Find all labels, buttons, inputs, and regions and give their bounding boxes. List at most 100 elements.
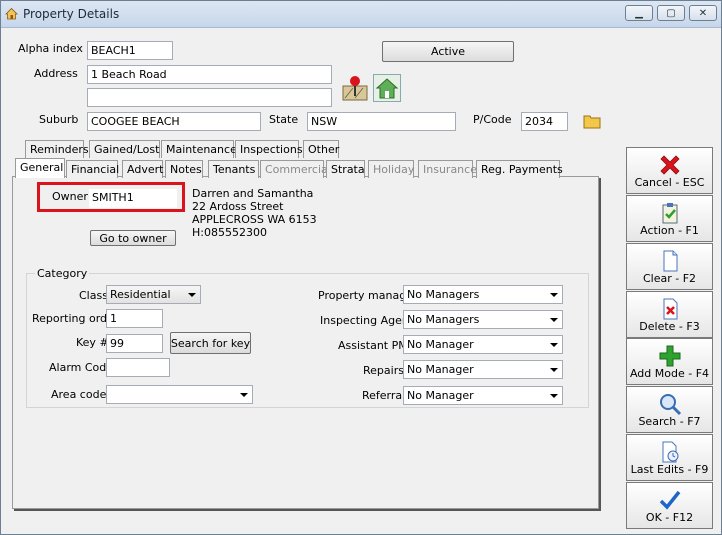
suburb-label: Suburb [39, 113, 79, 126]
action-button[interactable]: Action - F1 [626, 195, 713, 242]
house-green-icon [375, 78, 399, 99]
reporting-order-field[interactable]: 1 [106, 309, 163, 328]
tab-holiday[interactable]: Holiday [368, 160, 414, 178]
tab-other[interactable]: Other [303, 140, 339, 158]
cancel-button-label: Cancel - ESC [634, 176, 705, 189]
alpha-index-field[interactable]: BEACH1 [87, 41, 173, 60]
repairs-select-value: No Manager [407, 363, 474, 376]
restore-icon: ▢ [666, 7, 676, 19]
property-details-window: Property Details ▁ ▢ ✕ Alpha index BEACH… [0, 0, 722, 535]
inspecting-agent-select[interactable]: No Managers [403, 310, 563, 329]
search-button[interactable]: Search - F7 [626, 386, 713, 433]
suburb-field[interactable]: COOGEE BEACH [87, 112, 261, 131]
alarm-code-label: Alarm Code [49, 361, 114, 374]
tab-insurance[interactable]: Insurance [418, 160, 477, 178]
search-button-label: Search - F7 [638, 415, 701, 428]
class-select-value: Residential [110, 288, 171, 301]
repairs-label: Repairs [363, 364, 404, 377]
action-button-label: Action - F1 [640, 224, 699, 237]
inspecting-agent-label: Inspecting Agent [320, 314, 414, 327]
chevron-down-icon [550, 368, 558, 372]
map-pin-icon [342, 76, 368, 101]
alarm-code-field[interactable] [106, 358, 170, 377]
repairs-select[interactable]: No Manager [403, 360, 563, 379]
tab-strata[interactable]: Strata [326, 160, 365, 178]
house-view-button[interactable] [373, 74, 401, 102]
chevron-down-icon [550, 318, 558, 322]
clear-button[interactable]: Clear - F2 [626, 243, 713, 290]
tab-reg-payments[interactable]: Reg. Payments [476, 160, 563, 178]
title-bar: Property Details ▁ ▢ ✕ [1, 1, 721, 28]
tab-commercial[interactable]: Commercial [260, 160, 331, 178]
minimize-icon: ▁ [635, 7, 643, 19]
chevron-down-icon [240, 393, 248, 397]
chevron-down-icon [550, 343, 558, 347]
action-clipboard-icon [662, 203, 678, 224]
assistant-pm-select-value: No Manager [407, 338, 474, 351]
chevron-down-icon [550, 394, 558, 398]
inspecting-agent-select-value: No Managers [407, 313, 480, 326]
owner-label: Owner [52, 190, 88, 203]
tab-advert[interactable]: Advert [122, 160, 163, 178]
go-to-owner-button[interactable]: Go to owner [90, 230, 176, 246]
property-manager-select[interactable]: No Managers [403, 285, 563, 304]
search-magnifier-icon [660, 394, 682, 416]
tab-maintenance[interactable]: Maintenance [161, 140, 237, 158]
owner-name: Darren and Samantha [192, 187, 314, 200]
pcode-field[interactable]: 2034 [521, 112, 568, 131]
folder-button[interactable] [583, 112, 601, 130]
address-label: Address [34, 67, 78, 80]
chevron-down-icon [188, 293, 196, 297]
last-edits-button[interactable]: Last Edits - F9 [626, 434, 713, 481]
add-mode-button[interactable]: Add Mode - F4 [626, 338, 713, 385]
ok-check-icon [659, 490, 681, 510]
property-manager-select-value: No Managers [407, 288, 480, 301]
referral-label: Referral [362, 389, 406, 402]
tab-gained-lost[interactable]: Gained/Lost [89, 140, 160, 158]
address-line2-field[interactable] [87, 88, 332, 107]
minimize-button[interactable]: ▁ [625, 5, 653, 21]
state-field[interactable]: NSW [307, 112, 456, 131]
category-group-label: Category [35, 267, 90, 280]
area-code-label: Area code [51, 388, 107, 401]
house-icon [5, 7, 18, 20]
close-button[interactable]: ✕ [689, 5, 717, 21]
close-icon: ✕ [698, 7, 708, 19]
tab-financial[interactable]: Financial [66, 160, 119, 178]
delete-button[interactable]: Delete - F3 [626, 291, 713, 338]
class-select[interactable]: Residential [106, 285, 201, 304]
cancel-button[interactable]: Cancel - ESC [626, 147, 713, 194]
key-number-label: Key # [76, 336, 109, 349]
tab-general[interactable]: General [15, 158, 65, 178]
area-code-select[interactable] [106, 385, 253, 404]
tab-inspections[interactable]: Inspections [235, 140, 303, 158]
address-line1-field[interactable]: 1 Beach Road [87, 65, 332, 84]
search-for-key-button[interactable]: Search for key [170, 332, 251, 354]
owner-suburb-line: APPLECROSS WA 6153 [192, 213, 317, 226]
owner-street: 22 Ardoss Street [192, 200, 284, 213]
status-button[interactable]: Active [382, 41, 514, 62]
delete-button-label: Delete - F3 [639, 320, 700, 333]
window-title: Property Details [23, 7, 120, 21]
owner-phone: H:085552300 [192, 226, 267, 239]
add-plus-icon [659, 345, 681, 367]
tab-tenants[interactable]: Tenants [208, 160, 259, 178]
referral-select-value: No Manager [407, 389, 474, 402]
referral-select[interactable]: No Manager [403, 386, 563, 405]
key-number-field[interactable]: 99 [106, 334, 163, 353]
chevron-down-icon [550, 293, 558, 297]
tab-notes[interactable]: Notes [165, 160, 203, 178]
clear-button-label: Clear - F2 [642, 272, 697, 285]
map-pin-button[interactable] [341, 74, 369, 102]
ok-button[interactable]: OK - F12 [626, 482, 713, 529]
tab-reminders[interactable]: Reminders [25, 140, 89, 158]
add-mode-button-label: Add Mode - F4 [629, 367, 710, 380]
delete-page-icon [663, 298, 678, 320]
folder-icon [583, 115, 601, 129]
cancel-x-icon [660, 155, 680, 175]
class-label: Class [79, 289, 108, 302]
last-edits-clock-icon [662, 441, 679, 463]
assistant-pm-select[interactable]: No Manager [403, 335, 563, 354]
owner-field[interactable]: SMITH1 [89, 189, 177, 208]
restore-button[interactable]: ▢ [657, 5, 685, 21]
